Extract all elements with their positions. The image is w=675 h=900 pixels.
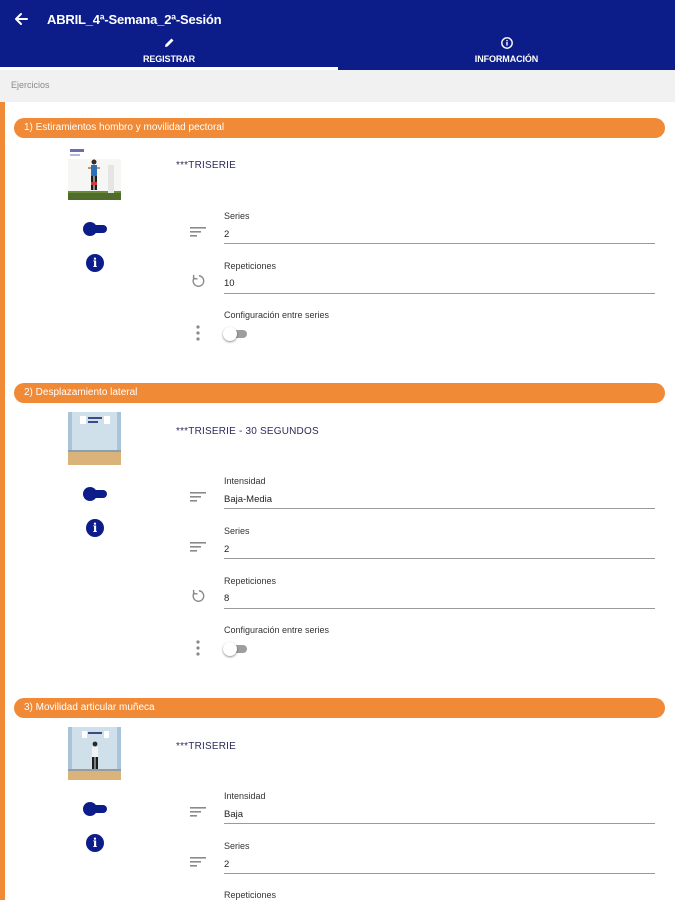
config-toggle[interactable] [223, 642, 247, 656]
exercise-info-icon[interactable]: i [86, 519, 104, 537]
lines-icon [190, 807, 206, 817]
field-underline [224, 558, 655, 559]
lines-icon [190, 492, 206, 502]
tab-informacion-label: INFORMACIÓN [474, 54, 539, 64]
exercise-title: 3) Movilidad articular muñeca [24, 702, 155, 713]
field-underline [224, 608, 655, 609]
exercise-image [68, 412, 121, 465]
lines-icon [190, 542, 206, 552]
field-label-series: Series [224, 841, 250, 851]
field-label-repeticiones: Repeticiones [224, 261, 277, 271]
page-title: ABRIL_4ª-Semana_2ª-Sesión [47, 12, 222, 27]
exercise-info-icon[interactable]: i [86, 834, 104, 852]
exercise-thumbnail[interactable] [68, 147, 121, 200]
app-bar: ABRIL_4ª-Semana_2ª-Sesión REGISTRAR INFO… [0, 0, 675, 70]
section-label: Ejercicios [11, 80, 50, 90]
exercise-header[interactable]: 1) Estiramientos hombro y movilidad pect… [14, 118, 665, 138]
field-label-series: Series [224, 211, 250, 221]
exercise-thumbnail[interactable] [68, 727, 121, 780]
field-label-repeticiones: Repeticiones [224, 576, 277, 586]
repeat-icon [192, 274, 205, 287]
exercise-enabled-toggle[interactable] [83, 222, 107, 236]
exercise-image [68, 147, 121, 200]
section-header: Ejercicios [0, 70, 675, 102]
repeat-icon [192, 589, 205, 602]
config-label: Configuración entre series [224, 310, 330, 320]
field-label-intensidad: Intensidad [224, 476, 266, 486]
field-underline [224, 823, 655, 824]
exercise-image [68, 727, 121, 780]
series-input[interactable]: 2 [224, 544, 229, 555]
more-vert-icon[interactable] [196, 640, 200, 656]
exercise-title: 2) Desplazamiento lateral [24, 387, 138, 398]
tab-informacion[interactable]: INFORMACIÓN [338, 36, 675, 70]
more-vert-icon[interactable] [196, 325, 200, 341]
config-label: Configuración entre series [224, 625, 330, 635]
lines-icon [190, 857, 206, 867]
field-label-repeticiones: Repeticiones [224, 890, 277, 900]
repeticiones-input[interactable]: 10 [224, 278, 235, 289]
exercise-info-icon[interactable]: i [86, 254, 104, 272]
exercise-enabled-toggle[interactable] [83, 802, 107, 816]
tab-registrar[interactable]: REGISTRAR [0, 36, 338, 70]
exercise-note: ***TRISERIE [176, 741, 236, 752]
accent-side-line [0, 102, 5, 900]
exercise-note: ***TRISERIE - 30 SEGUNDOS [176, 426, 319, 437]
tab-registrar-label: REGISTRAR [142, 54, 196, 64]
field-underline [224, 293, 655, 294]
exercise-title: 1) Estiramientos hombro y movilidad pect… [24, 122, 225, 133]
field-label-series: Series [224, 526, 250, 536]
repeticiones-input[interactable]: 8 [224, 593, 229, 604]
field-underline [224, 243, 655, 244]
series-input[interactable]: 2 [224, 859, 229, 870]
exercise-header[interactable]: 3) Movilidad articular muñeca [14, 698, 665, 718]
pencil-icon [165, 38, 174, 47]
field-label-intensidad: Intensidad [224, 791, 266, 801]
exercise-header[interactable]: 2) Desplazamiento lateral [14, 383, 665, 403]
field-underline [224, 508, 655, 509]
config-toggle[interactable] [223, 327, 247, 341]
lines-icon [190, 227, 206, 237]
field-underline [224, 873, 655, 874]
info-circle-icon [500, 37, 513, 49]
arrow-left-icon [15, 13, 28, 25]
series-input[interactable]: 2 [224, 229, 229, 240]
back-button[interactable] [8, 6, 34, 32]
intensidad-input[interactable]: Baja [224, 809, 243, 820]
exercise-thumbnail[interactable] [68, 412, 121, 465]
exercise-note: ***TRISERIE [176, 160, 236, 171]
exercise-enabled-toggle[interactable] [83, 487, 107, 501]
intensidad-input[interactable]: Baja-Media [224, 494, 272, 505]
